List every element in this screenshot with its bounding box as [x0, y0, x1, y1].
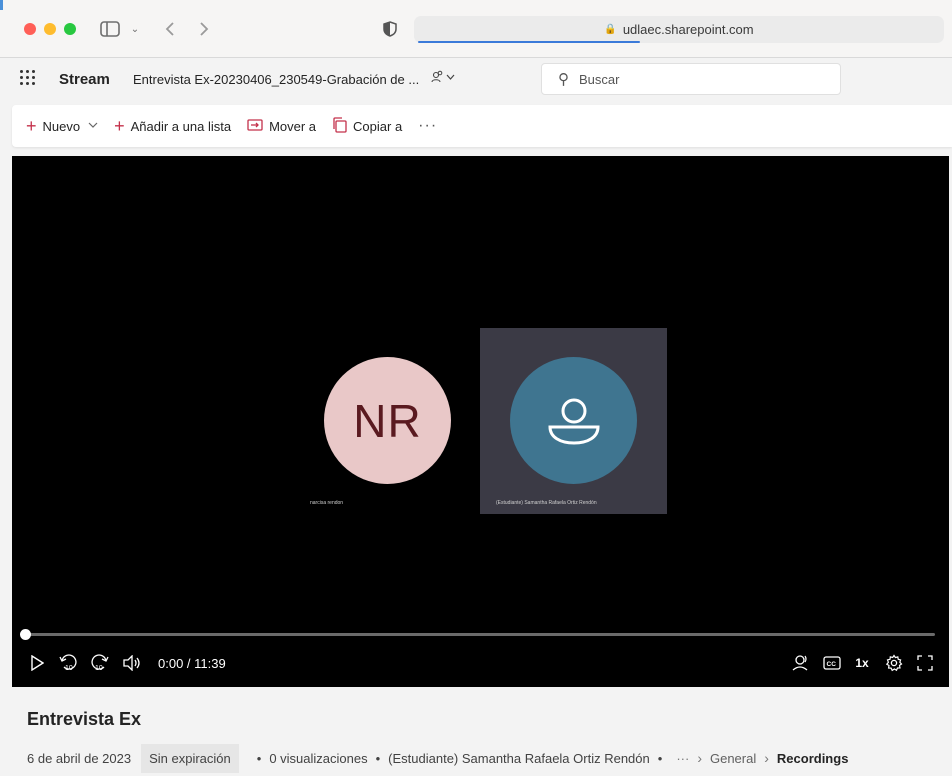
search-placeholder: Buscar — [579, 71, 620, 87]
video-player[interactable]: NR narcisa rendon (Estudiante) Samantha … — [12, 156, 949, 687]
progress-handle[interactable] — [20, 629, 31, 640]
separator-dot: • — [375, 750, 381, 766]
search-icon: ⚲ — [558, 71, 569, 88]
app-launcher-icon[interactable] — [20, 70, 36, 86]
forward-icon[interactable] — [194, 16, 214, 42]
skip-back-seconds: 10 — [65, 665, 73, 672]
play-icon[interactable] — [26, 650, 48, 676]
participant-avatar-nr: NR — [324, 357, 451, 484]
breadcrumb-general[interactable]: General — [710, 751, 756, 766]
volume-icon[interactable] — [120, 650, 144, 676]
more-icon: ··· — [418, 117, 438, 134]
sidebar-toggle-icon[interactable] — [98, 16, 122, 42]
page-load-progress — [418, 41, 640, 43]
participant-name-label: (Estudiante) Samantha Rafaela Ortiz Rend… — [496, 500, 597, 506]
search-box[interactable]: ⚲ Buscar — [541, 63, 841, 95]
breadcrumb-more-icon[interactable]: ··· — [676, 751, 689, 766]
progress-track[interactable] — [26, 633, 935, 636]
expiration-badge[interactable]: Sin expiración — [141, 743, 239, 773]
settings-gear-icon[interactable] — [882, 650, 906, 676]
plus-icon: + — [26, 116, 37, 136]
chevron-right-icon: › — [697, 750, 702, 766]
share-people-icon[interactable] — [431, 70, 457, 87]
copy-icon — [332, 116, 347, 136]
player-controls: 10 10 0:00 / 11:39 CC 1x — [12, 650, 949, 676]
document-title: Entrevista Ex-20230406_230549-Grabación … — [133, 72, 420, 87]
close-window-button[interactable] — [24, 23, 36, 35]
fullscreen-icon[interactable] — [913, 650, 937, 676]
person-icon — [547, 398, 600, 445]
url-text: udlaec.sharepoint.com — [622, 22, 754, 37]
new-button[interactable]: + Nuevo — [26, 117, 98, 135]
skip-back-icon[interactable]: 10 — [56, 650, 80, 676]
browser-toolbar: ⌄ 🔒 udlaec.sharepoint.com — [0, 0, 952, 58]
lock-icon: 🔒 — [604, 24, 617, 35]
minimize-window-button[interactable] — [44, 23, 56, 35]
copy-to-label: Copiar a — [353, 118, 403, 134]
address-bar[interactable]: 🔒 udlaec.sharepoint.com — [414, 16, 944, 43]
participant-name-label: narcisa rendon — [310, 500, 344, 506]
breadcrumb-recordings[interactable]: Recordings — [777, 751, 849, 766]
video-title: Entrevista Ex — [27, 709, 142, 729]
skip-forward-icon[interactable]: 10 — [88, 650, 112, 676]
view-count: 0 visualizaciones — [269, 750, 368, 766]
owner-name[interactable]: (Estudiante) Samantha Rafaela Ortiz Rend… — [388, 751, 650, 766]
playback-speed-button[interactable]: 1x — [850, 650, 874, 676]
new-label: Nuevo — [42, 118, 81, 134]
app-header: Stream Entrevista Ex-20230406_230549-Gra… — [0, 58, 952, 102]
time-display: 0:00 / 11:39 — [158, 655, 226, 671]
move-to-button[interactable]: Mover a — [247, 117, 316, 135]
command-bar: + Nuevo + Añadir a una lista Mover a Cop… — [12, 105, 952, 147]
add-to-list-button[interactable]: + Añadir a una lista — [114, 117, 231, 135]
transcript-icon[interactable] — [788, 650, 812, 676]
back-icon[interactable] — [160, 16, 180, 42]
separator-dot: • — [657, 750, 663, 766]
add-to-list-label: Añadir a una lista — [130, 118, 232, 134]
chevron-right-icon: › — [764, 750, 769, 766]
plus-icon: + — [114, 116, 125, 136]
video-metadata: 6 de abril de 2023 Sin expiración • 0 vi… — [27, 743, 848, 773]
chevron-down-icon — [88, 121, 98, 132]
upload-date: 6 de abril de 2023 — [27, 750, 132, 766]
separator-dot: • — [256, 750, 262, 766]
svg-text:CC: CC — [827, 661, 837, 668]
zoom-window-button[interactable] — [64, 23, 76, 35]
captions-icon[interactable]: CC — [820, 650, 844, 676]
skip-forward-seconds: 10 — [95, 665, 103, 672]
shield-icon[interactable] — [380, 16, 400, 42]
window-corner-mark — [0, 0, 3, 10]
move-to-label: Mover a — [269, 118, 317, 134]
chevron-down-icon[interactable]: ⌄ — [128, 16, 142, 42]
more-actions-button[interactable]: ··· — [418, 117, 437, 135]
participant-avatar-person — [510, 357, 637, 484]
copy-to-button[interactable]: Copiar a — [332, 116, 403, 136]
move-icon — [247, 117, 263, 135]
app-name[interactable]: Stream — [59, 71, 110, 88]
